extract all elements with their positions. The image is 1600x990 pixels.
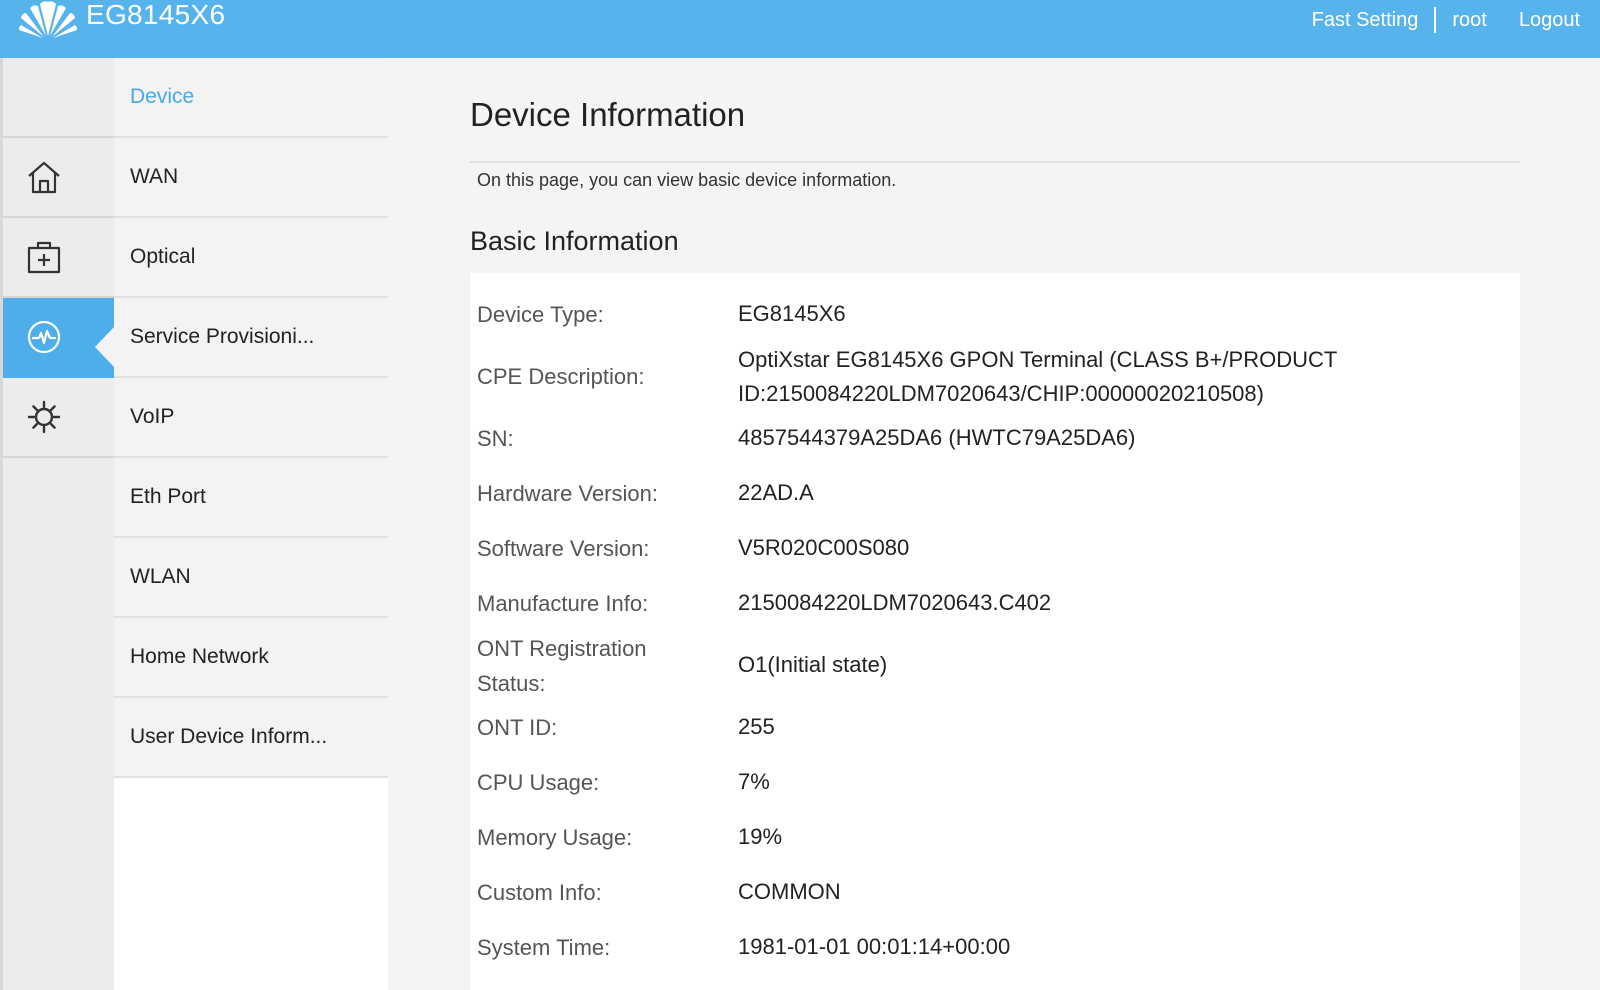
basic-info-panel: Device Type: EG8145X6 CPE Description: O…: [470, 273, 1520, 990]
info-label-cpu-usage: CPU Usage:: [477, 770, 600, 795]
info-label-hardware-version: Hardware Version:: [477, 481, 658, 506]
pulse-icon: [27, 320, 60, 354]
info-value-system-time: 1981-01-01 00:01:14+00:00: [738, 934, 1011, 959]
submenu-item-device[interactable]: Device: [114, 58, 388, 138]
product-name: EG8145X6: [86, 0, 226, 30]
huawei-logo: [19, 1, 77, 38]
info-value-sn: 4857544379A25DA6 (HWTC79A25DA6): [738, 425, 1136, 450]
top-links: Fast Setting root Logout: [1296, 6, 1596, 34]
submenu-item-wan[interactable]: WAN: [114, 138, 388, 218]
icon-nav-maintenance[interactable]: [3, 378, 114, 458]
info-label-software-version: Software Version:: [477, 536, 650, 561]
info-value-custom-info: COMMON: [738, 879, 841, 904]
sub-menu: Device WAN Optical Service Provisioni...…: [114, 58, 388, 990]
info-label-ont-registration-line2: Status:: [477, 671, 546, 696]
info-value-device-type: EG8145X6: [738, 301, 846, 326]
home-icon: [27, 161, 60, 194]
info-label-device-type: Device Type:: [477, 302, 604, 327]
fast-setting-link[interactable]: Fast Setting: [1296, 6, 1435, 34]
icon-nav-home[interactable]: [3, 138, 114, 218]
info-label-sn: SN:: [477, 426, 514, 451]
icon-nav-blank: [3, 58, 114, 138]
info-label-cpe-description: CPE Description:: [477, 364, 645, 389]
icon-nav: [0, 58, 114, 990]
submenu-item-eth-port[interactable]: Eth Port: [114, 458, 388, 538]
submenu-item-voip[interactable]: VoIP: [114, 378, 388, 458]
info-value-ont-id: 255: [738, 714, 775, 739]
active-nav-pointer: [95, 327, 114, 367]
main-content: Device Information On this page, you can…: [388, 58, 1600, 990]
medical-kit-icon: [27, 241, 60, 274]
info-label-manufacture-info: Manufacture Info:: [477, 591, 649, 616]
info-value-cpe-description-line2: ID:2150084220LDM7020643/CHIP:00000020210…: [738, 381, 1264, 406]
submenu-item-user-device-info[interactable]: User Device Inform...: [114, 698, 388, 778]
page-title: Device Information: [470, 96, 746, 133]
gear-icon: [27, 400, 60, 434]
info-label-system-time: System Time:: [477, 935, 611, 960]
info-value-cpe-description: OptiXstar EG8145X6 GPON Terminal (CLASS …: [738, 347, 1338, 372]
top-header: EG8145X6 Fast Setting root Logout: [0, 0, 1600, 58]
page-description: On this page, you can view basic device …: [477, 170, 897, 190]
info-value-cpu-usage: 7%: [738, 769, 770, 794]
submenu-item-optical[interactable]: Optical: [114, 218, 388, 298]
logout-link[interactable]: Logout: [1503, 6, 1596, 34]
submenu-item-service-provisioning[interactable]: Service Provisioni...: [114, 298, 388, 378]
title-divider: [470, 161, 1520, 163]
info-label-custom-info: Custom Info:: [477, 880, 602, 905]
info-label-ont-registration: ONT Registration: [477, 636, 647, 661]
info-label-memory-usage: Memory Usage:: [477, 825, 633, 850]
info-value-manufacture-info: 2150084220LDM7020643.C402: [738, 590, 1052, 615]
icon-nav-advanced[interactable]: [3, 218, 114, 298]
info-label-ont-id: ONT ID:: [477, 715, 558, 740]
user-link[interactable]: root: [1436, 6, 1502, 34]
info-value-hardware-version: 22AD.A: [738, 480, 814, 505]
submenu-item-wlan[interactable]: WLAN: [114, 538, 388, 618]
submenu-item-home-network[interactable]: Home Network: [114, 618, 388, 698]
info-value-software-version: V5R020C00S080: [738, 535, 910, 560]
info-value-memory-usage: 19%: [738, 824, 783, 849]
info-value-ont-registration-status: O1(Initial state): [738, 652, 888, 677]
section-title: Basic Information: [470, 226, 679, 256]
